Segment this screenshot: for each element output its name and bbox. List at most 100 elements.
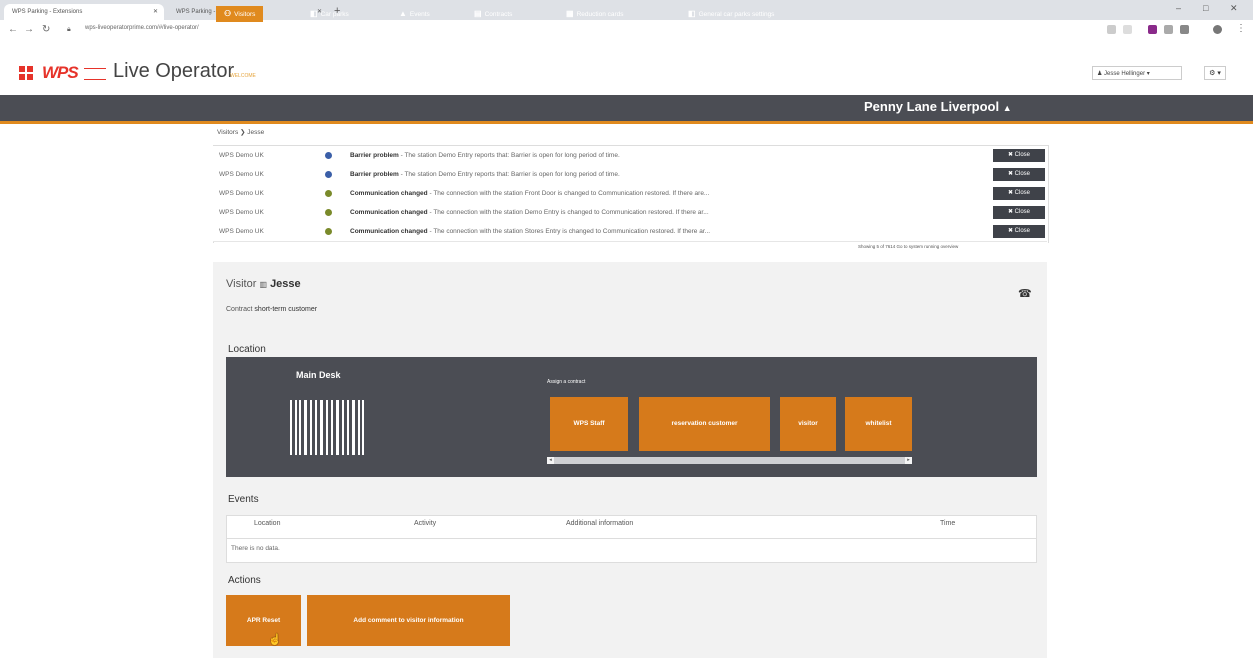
card-icon: ▦ bbox=[566, 9, 574, 18]
nav-label: Contracts bbox=[484, 11, 513, 18]
notification-message[interactable]: Communication changed - The connection w… bbox=[350, 222, 950, 241]
nav-label: Events bbox=[409, 11, 430, 18]
maximize-icon[interactable]: □ bbox=[1203, 3, 1208, 13]
nav-reduction-cards[interactable]: ▦ Reduction cards bbox=[566, 7, 624, 21]
notification-message[interactable]: Barrier problem - The station Demo Entry… bbox=[350, 165, 950, 184]
close-notification-button[interactable]: ✖ Close bbox=[993, 225, 1045, 238]
notification-message[interactable]: Communication changed - The connection w… bbox=[350, 184, 950, 203]
nav-label: General car parks settings bbox=[698, 11, 775, 18]
close-notification-button[interactable]: ✖ Close bbox=[993, 168, 1045, 181]
empty-message: There is no data. bbox=[231, 545, 280, 552]
visitor-contract: Contract short-term customer bbox=[226, 306, 317, 313]
reload-icon[interactable]: ↻ bbox=[42, 24, 50, 35]
info-icon bbox=[325, 171, 332, 178]
visitor-name: Jesse bbox=[270, 278, 301, 290]
nav-label: Visitors bbox=[234, 11, 256, 18]
user-menu[interactable]: ♟ Jesse Hellinger ▾ bbox=[1092, 66, 1182, 80]
contract-button-wps-staff[interactable]: WPS Staff bbox=[550, 397, 628, 451]
notification-message[interactable]: Barrier problem - The station Demo Entry… bbox=[350, 146, 950, 165]
extension-icon[interactable] bbox=[1148, 25, 1157, 34]
wps-logo: WPS bbox=[42, 63, 79, 82]
contract-button-visitor[interactable]: visitor bbox=[780, 397, 836, 451]
notification-row: WPS Demo UK Communication changed - The … bbox=[213, 222, 1047, 242]
scroll-left-icon[interactable]: ◂ bbox=[547, 457, 554, 464]
column-header-time[interactable]: Time bbox=[940, 520, 955, 527]
divider bbox=[226, 538, 1037, 539]
nav-car-parks[interactable]: ◧ Car parks bbox=[310, 7, 349, 21]
notification-message[interactable]: Communication changed - The connection w… bbox=[350, 203, 950, 222]
main-nav bbox=[0, 95, 1253, 124]
close-notification-button[interactable]: ✖ Close bbox=[993, 206, 1045, 219]
hang-up-phone-icon[interactable]: ☎ bbox=[1018, 287, 1032, 300]
back-icon[interactable]: ← bbox=[8, 24, 18, 35]
column-header-additional-information[interactable]: Additional information bbox=[566, 520, 633, 527]
settings-menu[interactable]: ⚙ ▾ bbox=[1204, 66, 1226, 80]
barrier-icon bbox=[290, 400, 364, 455]
add-comment-button[interactable]: Add comment to visitor information bbox=[307, 595, 510, 646]
notification-source: WPS Demo UK bbox=[219, 171, 264, 178]
visitors-icon: ⚇ bbox=[224, 9, 232, 18]
nav-events[interactable]: ▲ Events bbox=[399, 7, 430, 21]
notification-row: WPS Demo UK Communication changed - The … bbox=[213, 203, 1047, 223]
column-header-location[interactable]: Location bbox=[254, 520, 280, 527]
forward-icon[interactable]: → bbox=[24, 24, 34, 35]
menu-icon[interactable]: ⋮ bbox=[1236, 23, 1246, 34]
visitor-title: Visitor ▥ Jesse bbox=[226, 278, 301, 290]
browser-tab-bar: WPS Parking - Extensions ✕ WPS Parking -… bbox=[0, 0, 1253, 20]
extension-icon[interactable] bbox=[1180, 25, 1189, 34]
info-icon bbox=[325, 152, 332, 159]
nav-general-settings[interactable]: ◧ General car parks settings bbox=[688, 7, 774, 21]
close-window-icon[interactable]: ✕ bbox=[1230, 3, 1238, 14]
status-icon bbox=[325, 190, 332, 197]
close-notification-button[interactable]: ✖ Close bbox=[993, 187, 1045, 200]
close-icon[interactable]: ✕ bbox=[153, 4, 158, 20]
location-name: Penny Lane Liverpool bbox=[864, 99, 1000, 114]
minimize-icon[interactable]: – bbox=[1176, 3, 1181, 13]
star-icon[interactable] bbox=[1123, 25, 1132, 34]
address-bar: ← → ↻ 🔒︎ wps-liveoperatorprime.com/#/liv… bbox=[0, 20, 1253, 43]
nav-label: Car parks bbox=[320, 11, 349, 18]
column-header-activity[interactable]: Activity bbox=[414, 520, 436, 527]
contract-label: Contract bbox=[226, 306, 253, 313]
status-icon bbox=[325, 209, 332, 216]
events-heading: Events bbox=[228, 494, 259, 505]
lock-icon: 🔒︎ bbox=[67, 26, 71, 33]
brand-mark bbox=[84, 68, 106, 80]
notification-source: WPS Demo UK bbox=[219, 152, 264, 159]
scroll-right-icon[interactable]: ▸ bbox=[905, 457, 912, 464]
breadcrumb[interactable]: Visitors ❯ Jesse bbox=[217, 128, 264, 136]
notification-row: WPS Demo UK Barrier problem - The statio… bbox=[213, 165, 1047, 185]
app-subtitle: WELCOME bbox=[230, 73, 256, 79]
apr-reset-button[interactable]: APR Reset bbox=[226, 595, 301, 646]
location-title[interactable]: Penny Lane Liverpool ▲ bbox=[864, 99, 1012, 114]
notification-source: WPS Demo UK bbox=[219, 190, 264, 197]
app-title: Live Operator bbox=[113, 60, 235, 82]
nav-label: Reduction cards bbox=[576, 11, 624, 18]
id-card-icon: ▥ bbox=[259, 280, 267, 289]
car-park-icon: ◧ bbox=[688, 9, 696, 18]
visitor-label: Visitor bbox=[226, 278, 257, 290]
browser-tab[interactable]: WPS Parking - Extensions ✕ bbox=[4, 4, 164, 20]
extension-icon[interactable] bbox=[1164, 25, 1173, 34]
user-icon: ♟ bbox=[1097, 71, 1105, 77]
notification-count[interactable]: Showing 5 of 7614 Go to system running o… bbox=[858, 244, 958, 249]
url-field[interactable]: wps-liveoperatorprime.com/#/live-operato… bbox=[85, 25, 199, 31]
close-notification-button[interactable]: ✖ Close bbox=[993, 149, 1045, 162]
car-park-icon: ◧ bbox=[310, 9, 318, 18]
contract-value: short-term customer bbox=[254, 306, 318, 313]
avatar[interactable] bbox=[1213, 25, 1222, 34]
tab-label: WPS Parking - Extensions bbox=[12, 9, 83, 15]
key-icon[interactable] bbox=[1107, 25, 1116, 34]
horizontal-scrollbar[interactable]: ◂ ▸ bbox=[547, 457, 912, 464]
contract-button-reservation-customer[interactable]: reservation customer bbox=[639, 397, 770, 451]
contract-button-whitelist[interactable]: whitelist bbox=[845, 397, 912, 451]
assign-contract-label: Assign a contract bbox=[547, 379, 586, 385]
nav-contracts[interactable]: ▤ Contracts bbox=[474, 7, 512, 21]
status-icon bbox=[325, 228, 332, 235]
user-name: Jesse Hellinger ▾ bbox=[1104, 71, 1150, 77]
nav-visitors[interactable]: ⚇ Visitors bbox=[216, 6, 264, 22]
notification-row: WPS Demo UK Barrier problem - The statio… bbox=[213, 146, 1047, 166]
bell-icon[interactable]: ▲ bbox=[1003, 103, 1012, 113]
document-icon: ▤ bbox=[474, 9, 482, 18]
desk-name: Main Desk bbox=[296, 370, 341, 380]
